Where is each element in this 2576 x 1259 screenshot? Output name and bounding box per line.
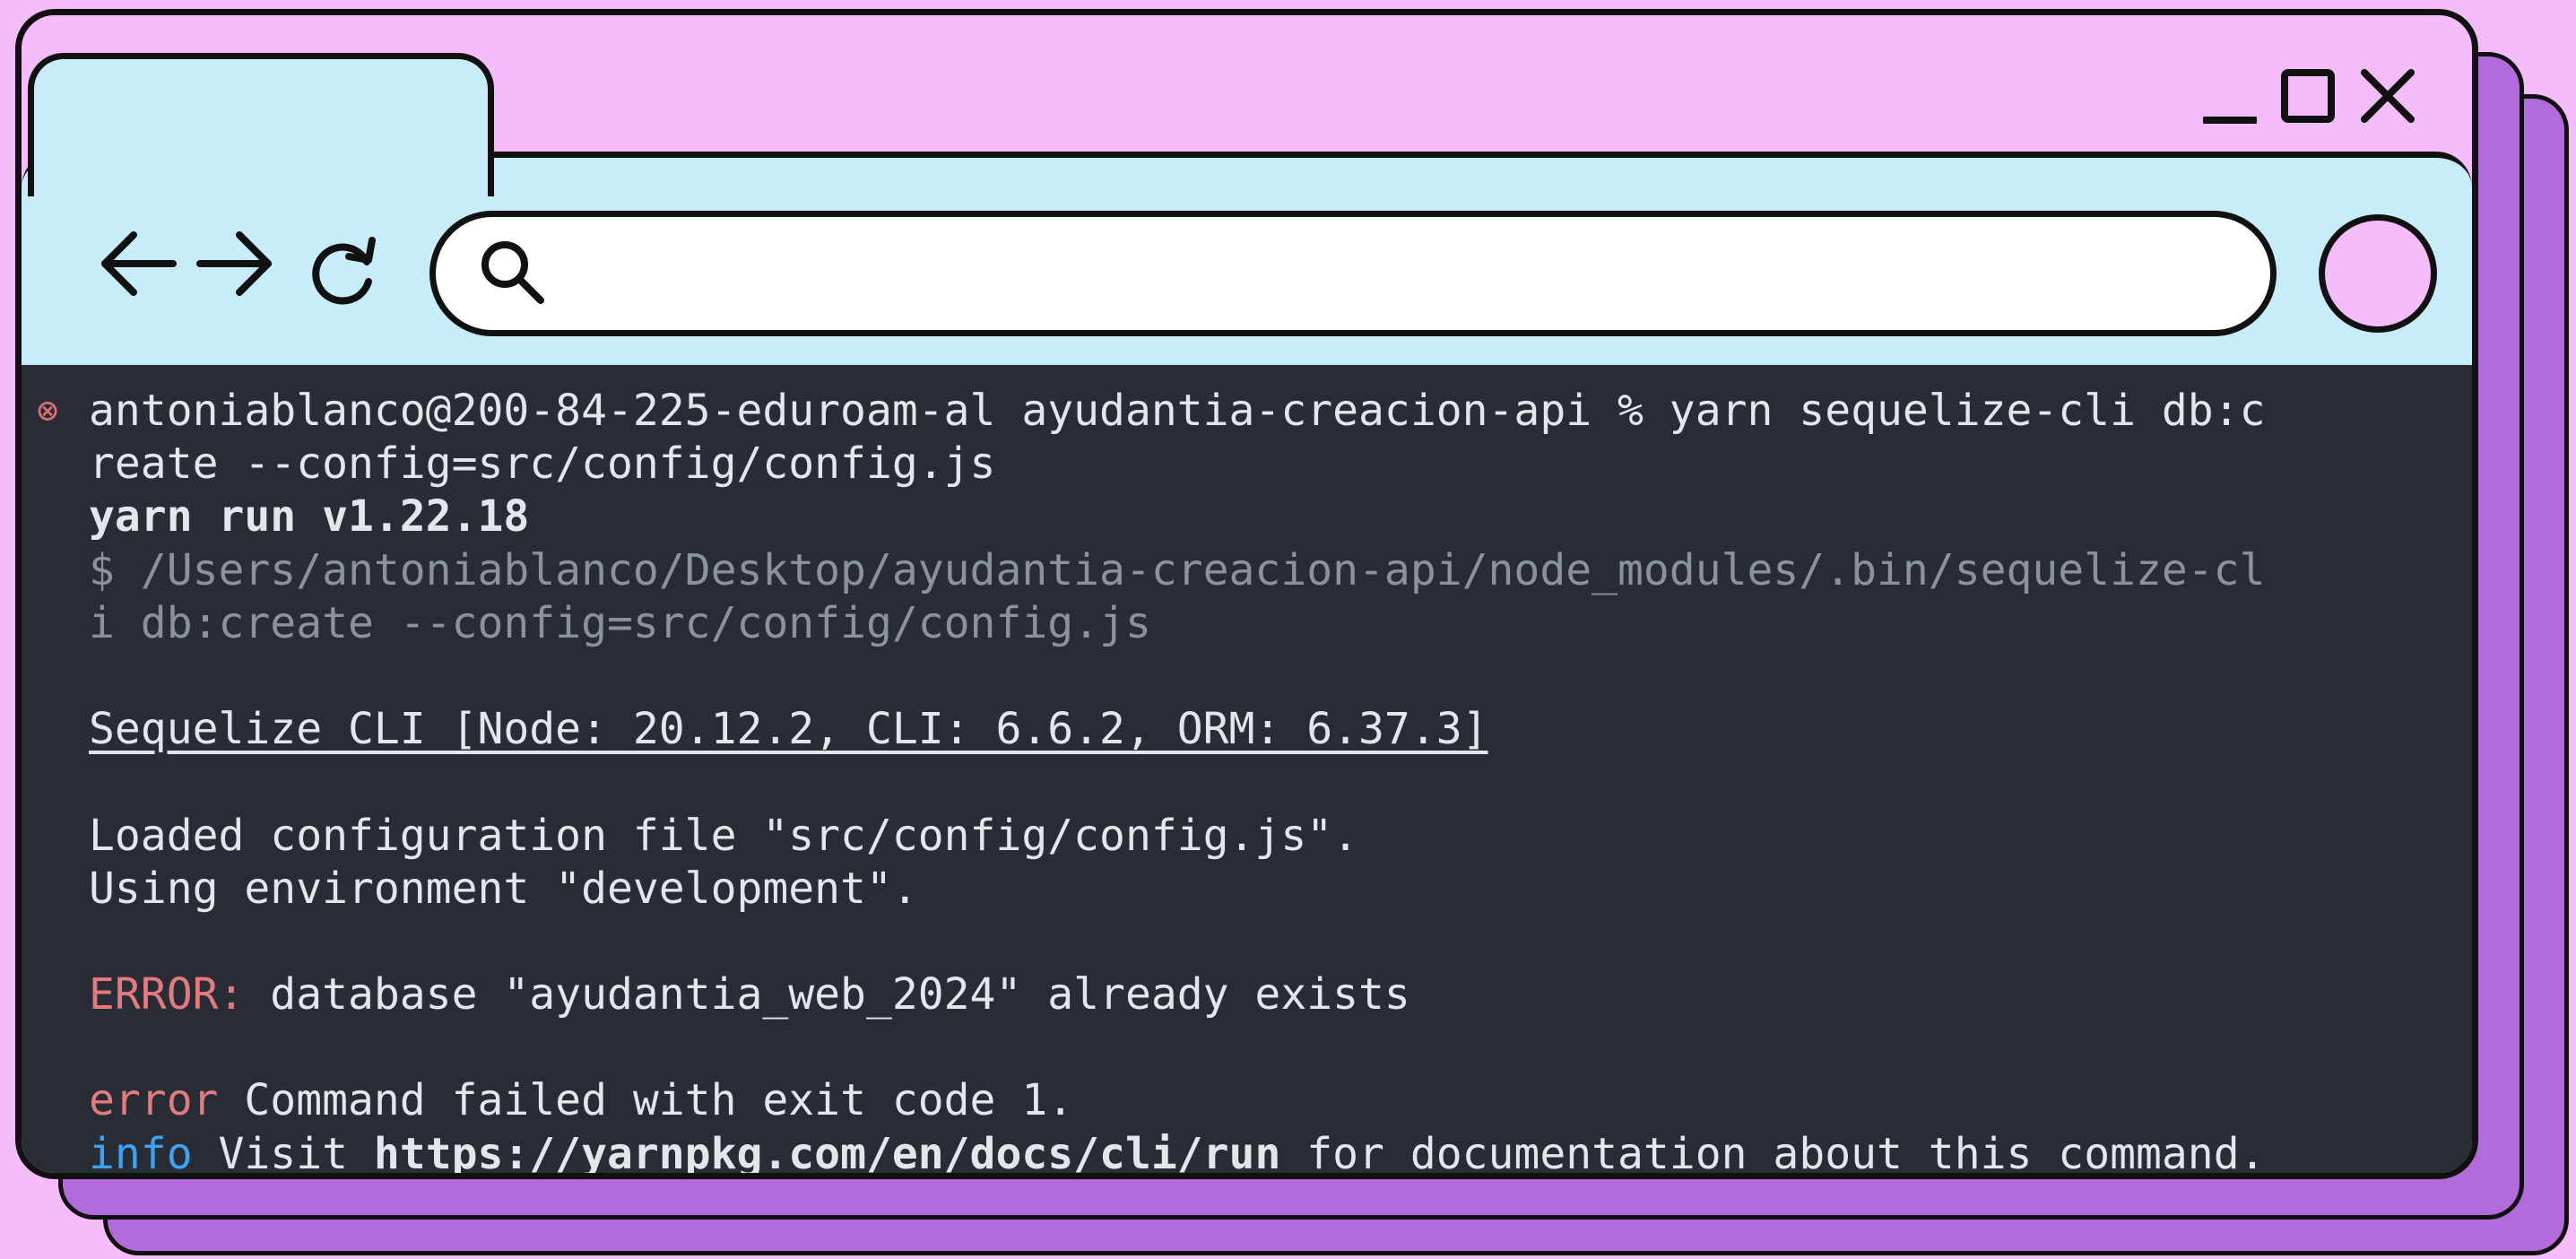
search-icon: [476, 236, 548, 311]
terminal-line: info Visit https://yarnpkg.com/en/docs/c…: [89, 1128, 2266, 1179]
terminal-line: error Command failed with exit code 1.: [89, 1075, 1074, 1126]
terminal-line: ⊗ antoniablanco@200-84-225-eduroam-al ayu…: [22, 385, 2472, 438]
window-controls: [2203, 60, 2416, 132]
profile-avatar[interactable]: [2319, 214, 2437, 333]
address-input[interactable]: [575, 237, 2270, 310]
navigation-buttons: [98, 217, 383, 310]
browser-window: ⊗ antoniablanco@200-84-225-eduroam-al ayu…: [15, 9, 2478, 1179]
maximize-icon[interactable]: [2280, 68, 2336, 124]
arrow-left-icon[interactable]: [98, 228, 178, 300]
terminal-line: Using environment "development".: [89, 863, 918, 914]
address-bar[interactable]: [429, 211, 2277, 336]
close-icon[interactable]: [2359, 67, 2416, 125]
error-marker-icon: ⊗: [37, 390, 59, 431]
terminal-output[interactable]: ⊗ antoniablanco@200-84-225-eduroam-al ayu…: [22, 365, 2472, 1179]
terminal-line: ERROR: database "ayudantia_web_2024" alr…: [89, 969, 1410, 1020]
terminal-line: $ /Users/antoniablanco/Desktop/ayudantia…: [89, 544, 2266, 595]
terminal-line: Loaded configuration file "src/config/co…: [89, 810, 1359, 861]
terminal-line: yarn run v1.22.18: [89, 491, 530, 543]
docs-link[interactable]: https://yarnpkg.com/en/docs/cli/run: [374, 1129, 1280, 1173]
minimize-icon[interactable]: [2203, 65, 2257, 127]
reload-icon[interactable]: [308, 235, 383, 310]
terminal-line: i db:create --config=src/config/config.j…: [89, 597, 1151, 648]
arrow-right-icon[interactable]: [195, 228, 275, 300]
terminal-line: reate --config=src/config/config.js: [89, 438, 996, 490]
terminal-line: Sequelize CLI [Node: 20.12.2, CLI: 6.6.2…: [89, 704, 1488, 755]
